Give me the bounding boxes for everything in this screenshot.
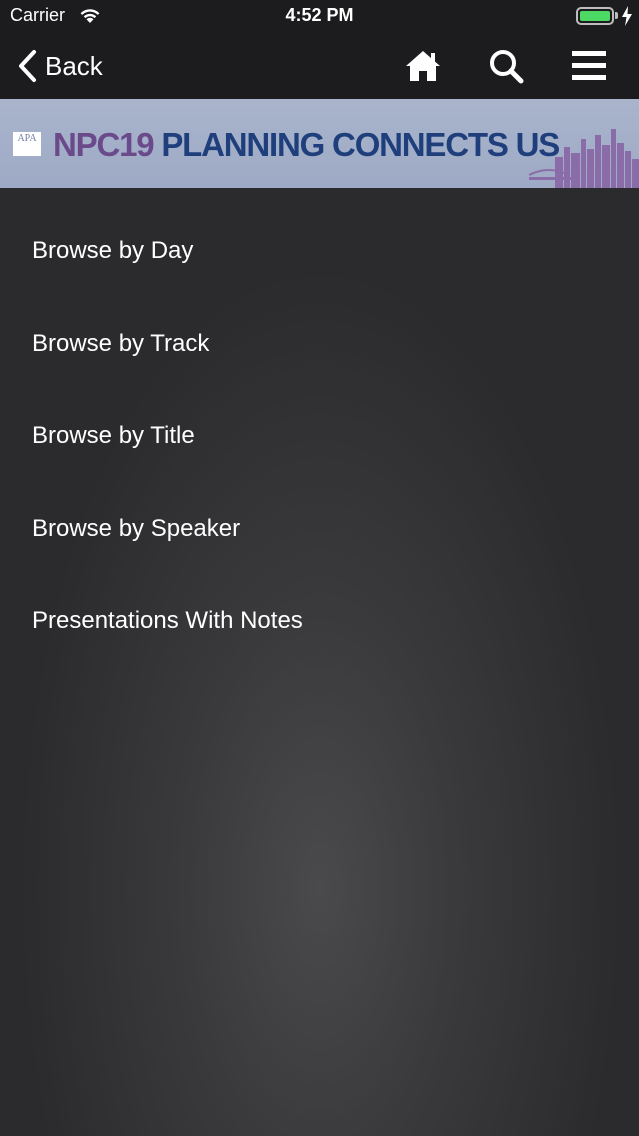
menu-item-browse-by-day[interactable]: Browse by Day <box>32 221 607 281</box>
banner-tagline: PLANNING CONNECTS US <box>161 126 560 163</box>
charging-bolt-icon <box>622 6 632 26</box>
menu-item-presentations-with-notes[interactable]: Presentations With Notes <box>32 591 607 651</box>
browse-menu: Browse by Day Browse by Track Browse by … <box>0 188 639 1136</box>
chevron-left-icon <box>19 50 36 82</box>
banner-title: NPC19 PLANNING CONNECTS US <box>53 126 560 164</box>
battery-level <box>580 11 610 21</box>
battery-icon <box>576 7 614 25</box>
home-icon[interactable] <box>404 47 442 85</box>
back-label: Back <box>45 51 103 81</box>
back-button[interactable]: Back <box>16 47 103 85</box>
menu-item-browse-by-speaker[interactable]: Browse by Speaker <box>32 499 607 559</box>
apa-logo: APA <box>13 132 41 156</box>
menu-item-browse-by-track[interactable]: Browse by Track <box>32 314 607 374</box>
menu-item-browse-by-title[interactable]: Browse by Title <box>32 406 607 466</box>
apa-logo-text: APA <box>17 133 37 144</box>
navigation-bar: Back <box>0 33 639 99</box>
conference-banner: APA NPC19 PLANNING CONNECTS US <box>0 99 639 188</box>
status-bar: Carrier 4:52 PM <box>0 0 639 33</box>
battery-cap <box>615 12 618 19</box>
hamburger-menu-icon[interactable] <box>570 47 608 85</box>
status-time: 4:52 PM <box>285 5 354 25</box>
search-icon[interactable] <box>487 47 525 85</box>
city-skyline-icon <box>529 129 639 188</box>
banner-npc: NPC19 <box>53 126 155 163</box>
